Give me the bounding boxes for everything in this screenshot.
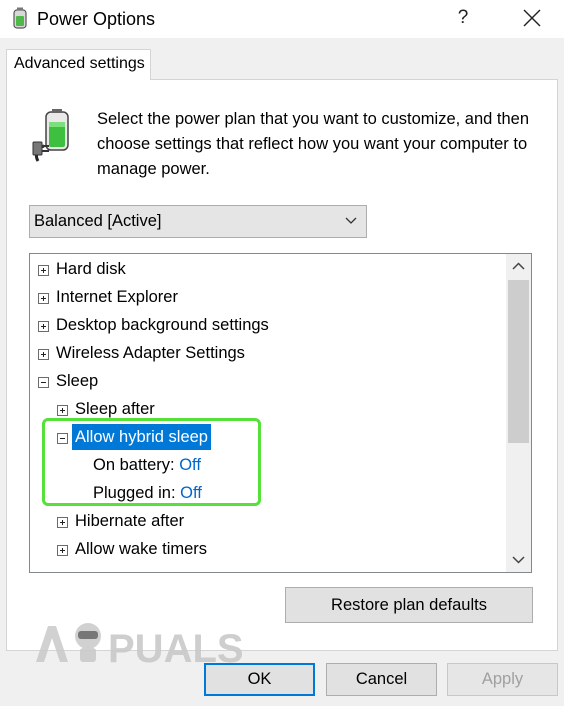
title-bar: Power Options ? (0, 0, 564, 38)
tab-advanced-settings[interactable]: Advanced settings (6, 49, 151, 80)
power-plan-value: Balanced [Active] (34, 212, 162, 230)
chevron-up-icon (512, 262, 525, 270)
close-button[interactable] (512, 4, 552, 32)
cancel-button[interactable]: Cancel (326, 663, 437, 696)
appuals-watermark: PUALS (36, 623, 244, 668)
scroll-down-button[interactable] (506, 547, 531, 572)
window-title: Power Options (37, 9, 156, 29)
ok-button[interactable]: OK (204, 663, 315, 696)
battery-plug-icon (32, 109, 69, 162)
scrollbar-thumb[interactable] (508, 280, 529, 443)
scroll-up-button[interactable] (506, 254, 531, 279)
expand-icon[interactable] (38, 321, 49, 332)
svg-text:PUALS: PUALS (108, 627, 244, 668)
intro-text: Select the power plan that you want to c… (97, 110, 530, 178)
vertical-scrollbar[interactable] (506, 254, 531, 572)
annotation-highlight (42, 418, 261, 506)
expand-icon[interactable] (38, 265, 49, 276)
restore-plan-defaults-button[interactable]: Restore plan defaults (285, 587, 533, 623)
expand-icon[interactable] (38, 293, 49, 304)
expand-icon[interactable] (57, 517, 68, 528)
power-options-icon (13, 7, 27, 29)
collapse-icon[interactable] (38, 377, 49, 388)
expand-icon[interactable] (57, 405, 68, 416)
chevron-down-icon (512, 556, 525, 564)
power-plan-select[interactable]: Balanced [Active] (29, 205, 367, 238)
expand-icon[interactable] (57, 545, 68, 556)
apply-button[interactable]: Apply (447, 663, 558, 696)
help-button[interactable]: ? (446, 4, 480, 32)
expand-icon[interactable] (38, 349, 49, 360)
settings-tree[interactable]: Hard disk Internet Explorer Desktop back… (29, 253, 532, 573)
chevron-down-icon (345, 217, 357, 224)
close-icon (523, 9, 541, 27)
